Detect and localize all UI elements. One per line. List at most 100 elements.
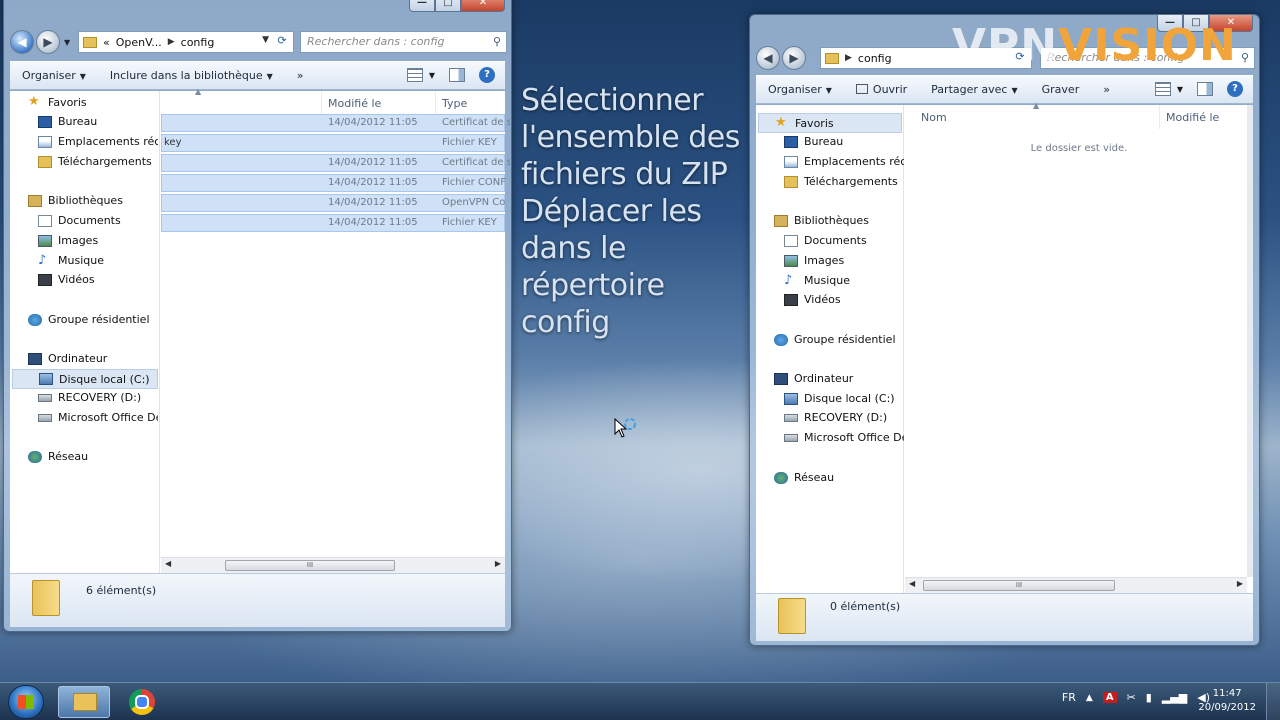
column-header-modified[interactable]: Modifié le bbox=[321, 91, 435, 115]
search-icon[interactable]: ⚲ bbox=[1241, 51, 1249, 64]
nav-downloads[interactable]: Téléchargements bbox=[38, 155, 152, 168]
view-dropdown-icon[interactable]: ▼ bbox=[429, 71, 435, 80]
share-with-button[interactable]: Partager avec ▼ bbox=[919, 83, 1029, 96]
organize-button[interactable]: Organiser ▼ bbox=[10, 69, 98, 82]
desktop-icon bbox=[784, 135, 798, 148]
search-input[interactable]: Rechercher dans : config ⚲ bbox=[300, 31, 507, 53]
nav-homegroup[interactable]: Groupe résidentiel bbox=[28, 313, 150, 326]
forward-button[interactable]: ▶ bbox=[782, 46, 806, 70]
language-indicator[interactable]: FR bbox=[1062, 691, 1076, 704]
preview-pane-icon[interactable] bbox=[449, 68, 465, 82]
burn-button[interactable]: Graver bbox=[1030, 83, 1092, 96]
scroll-left-icon[interactable]: ◀ bbox=[165, 559, 171, 568]
search-icon[interactable]: ⚲ bbox=[493, 35, 501, 48]
file-row[interactable]: 14/04/2012 11:05 Fichier KEY bbox=[161, 214, 505, 232]
vertical-scrollbar[interactable] bbox=[1247, 105, 1253, 577]
forward-button[interactable]: ▶ bbox=[36, 30, 60, 54]
nav-documents[interactable]: Documents bbox=[38, 214, 121, 227]
include-in-library-button[interactable]: Inclure dans la bibliothèque ▼ bbox=[98, 69, 285, 82]
nav-drive-office[interactable]: Microsoft Office Démarrer en un clic bbox=[784, 431, 904, 444]
file-type: Certificat de s bbox=[442, 157, 510, 168]
nav-network[interactable]: Réseau bbox=[774, 471, 834, 484]
nav-drive-c[interactable]: Disque local (C:) bbox=[12, 369, 158, 389]
nav-computer[interactable]: Ordinateur bbox=[28, 352, 107, 365]
open-button[interactable]: Ouvrir bbox=[844, 83, 919, 96]
scroll-thumb[interactable]: III bbox=[225, 560, 395, 571]
nav-network[interactable]: Réseau bbox=[28, 450, 88, 463]
back-button[interactable]: ◀ bbox=[756, 46, 780, 70]
help-icon[interactable]: ? bbox=[1227, 81, 1243, 97]
minimize-button[interactable]: — bbox=[409, 0, 435, 12]
nav-homegroup[interactable]: Groupe résidentiel bbox=[774, 333, 896, 346]
breadcrumb-overflow[interactable]: « bbox=[103, 36, 110, 49]
horizontal-scrollbar[interactable]: ◀ III ▶ bbox=[905, 577, 1247, 593]
scroll-left-icon[interactable]: ◀ bbox=[909, 579, 915, 588]
nav-drive-office[interactable]: Microsoft Office Démarrer en un clic bbox=[38, 411, 158, 424]
show-desktop-button[interactable] bbox=[1266, 683, 1280, 720]
horizontal-scrollbar[interactable]: ◀ III ▶ bbox=[161, 557, 505, 573]
more-commands-button[interactable]: » bbox=[285, 69, 316, 82]
view-dropdown-icon[interactable]: ▼ bbox=[1177, 85, 1183, 94]
file-row[interactable]: 14/04/2012 11:05 OpenVPN Co bbox=[161, 194, 505, 212]
help-icon[interactable]: ? bbox=[479, 67, 495, 83]
nav-music[interactable]: ♪ Musique bbox=[784, 274, 850, 288]
nav-recent-places[interactable]: Emplacements récents bbox=[38, 135, 158, 148]
taskbar-chrome-button[interactable] bbox=[116, 686, 168, 718]
maximize-button[interactable]: □ bbox=[435, 0, 461, 12]
scroll-right-icon[interactable]: ▶ bbox=[1237, 579, 1243, 588]
nav-favorites[interactable]: ★ Favoris bbox=[28, 95, 87, 109]
close-button[interactable]: ✕ bbox=[461, 0, 505, 12]
breadcrumb-openvpn[interactable]: OpenV... bbox=[116, 36, 162, 49]
more-commands-button[interactable]: » bbox=[1091, 83, 1122, 96]
breadcrumb-config[interactable]: config bbox=[858, 52, 892, 65]
start-button[interactable] bbox=[8, 685, 44, 719]
clock[interactable]: 11:47 20/09/2012 bbox=[1198, 687, 1256, 715]
nav-downloads[interactable]: Téléchargements bbox=[784, 175, 898, 188]
recent-pages-chevron-icon[interactable]: ▼ bbox=[64, 38, 70, 47]
power-icon[interactable]: ▮ bbox=[1146, 691, 1152, 704]
address-bar[interactable]: « OpenV... ▶ config ▼ ⟳ bbox=[78, 31, 294, 53]
column-header-modified[interactable]: Modifié le bbox=[1159, 105, 1249, 129]
nav-recent-places[interactable]: Emplacements récents bbox=[784, 155, 904, 168]
refresh-icon[interactable]: ⟳ bbox=[273, 34, 291, 50]
adobe-icon[interactable]: A bbox=[1102, 692, 1117, 703]
nav-desktop[interactable]: Bureau bbox=[784, 135, 843, 148]
nav-music[interactable]: ♪ Musique bbox=[38, 254, 104, 268]
nav-videos[interactable]: Vidéos bbox=[784, 293, 841, 306]
change-view-icon[interactable] bbox=[406, 68, 423, 82]
network-signal-icon[interactable]: ▂▄▆ bbox=[1162, 691, 1187, 704]
organize-button[interactable]: Organiser ▼ bbox=[756, 83, 844, 96]
overlay-line: Sélectionner bbox=[521, 83, 704, 118]
tray-tool-icon[interactable]: ✂ bbox=[1127, 691, 1136, 704]
nav-favorites[interactable]: ★ Favoris bbox=[758, 113, 902, 133]
breadcrumb-config[interactable]: config bbox=[181, 36, 215, 49]
nav-images[interactable]: Images bbox=[38, 234, 98, 247]
scroll-right-icon[interactable]: ▶ bbox=[495, 559, 501, 568]
recent-places-icon bbox=[784, 155, 798, 168]
show-hidden-icons-icon[interactable]: ▲ bbox=[1086, 693, 1093, 703]
taskbar-explorer-button[interactable] bbox=[58, 686, 110, 718]
file-row[interactable]: 14/04/2012 11:05 Certificat de s bbox=[161, 114, 510, 132]
breadcrumb-separator-icon[interactable]: ▶ bbox=[845, 53, 852, 63]
nav-libraries[interactable]: Bibliothèques bbox=[774, 214, 869, 227]
file-row[interactable]: key Fichier KEY bbox=[161, 134, 505, 152]
nav-drive-c[interactable]: Disque local (C:) bbox=[784, 392, 895, 405]
nav-desktop[interactable]: Bureau bbox=[38, 115, 97, 128]
nav-drive-d[interactable]: RECOVERY (D:) bbox=[784, 411, 887, 424]
address-dropdown-icon[interactable]: ▼ bbox=[262, 35, 269, 45]
column-header-name[interactable]: Nom bbox=[915, 105, 1155, 129]
nav-libraries[interactable]: Bibliothèques bbox=[28, 194, 123, 207]
file-row[interactable]: 14/04/2012 11:05 Certificat de s bbox=[161, 154, 510, 172]
nav-documents[interactable]: Documents bbox=[784, 234, 867, 247]
nav-computer[interactable]: Ordinateur bbox=[774, 372, 853, 385]
column-header-type[interactable]: Type bbox=[435, 91, 511, 115]
nav-drive-d[interactable]: RECOVERY (D:) bbox=[38, 391, 141, 404]
preview-pane-icon[interactable] bbox=[1197, 82, 1213, 96]
back-button[interactable]: ◀ bbox=[10, 30, 34, 54]
file-row[interactable]: 14/04/2012 11:05 Fichier CONF bbox=[161, 174, 506, 192]
change-view-icon[interactable] bbox=[1154, 82, 1171, 96]
breadcrumb-separator-icon[interactable]: ▶ bbox=[168, 37, 175, 47]
nav-videos[interactable]: Vidéos bbox=[38, 273, 95, 286]
scroll-thumb[interactable]: III bbox=[923, 580, 1115, 591]
nav-images[interactable]: Images bbox=[784, 254, 844, 267]
